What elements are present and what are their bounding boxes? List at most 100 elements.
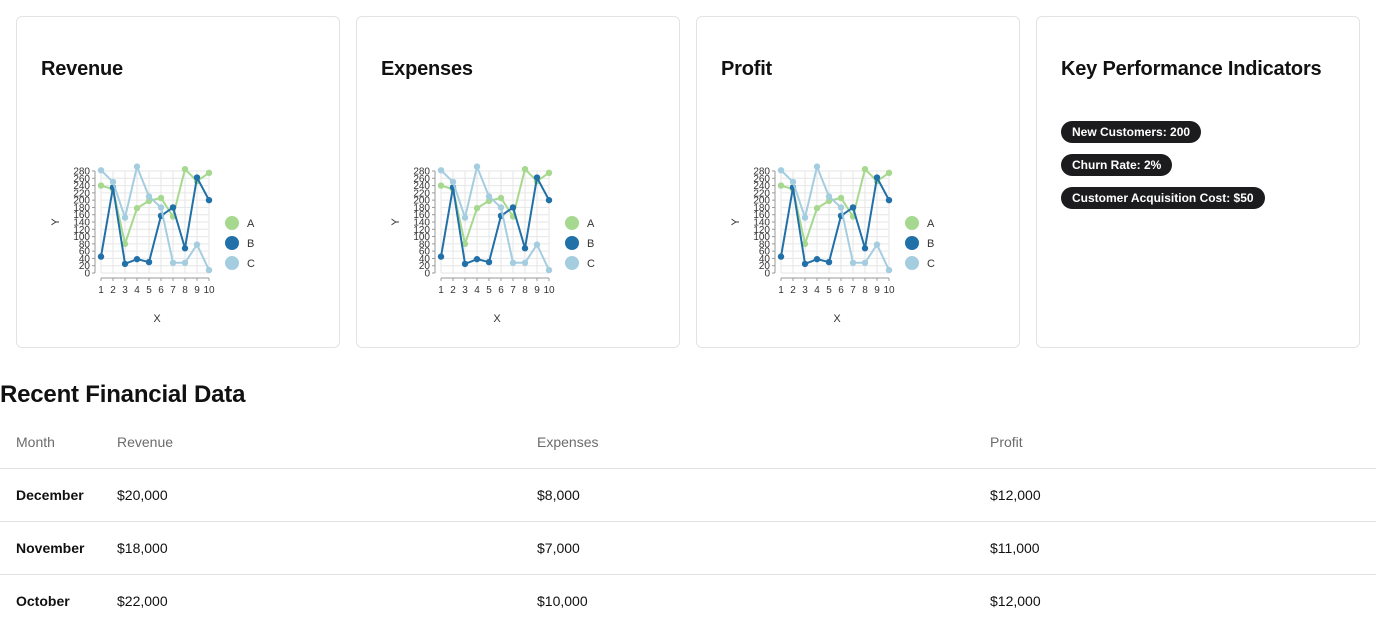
data-point-a	[545, 169, 553, 177]
data-point-c	[885, 266, 893, 274]
data-point-b	[521, 245, 529, 252]
legend-swatch-c	[225, 256, 239, 270]
chart-grid	[100, 170, 210, 274]
legend-swatch-b	[565, 236, 579, 250]
x-tick-label: 1	[778, 285, 784, 296]
cell-profit: $12,000	[990, 592, 1041, 609]
data-point-c	[813, 163, 821, 170]
legend-label: C	[587, 258, 595, 270]
cell-expenses: $10,000	[537, 592, 588, 609]
data-point-c	[97, 167, 105, 174]
data-point-b	[145, 258, 153, 266]
column-header-month: Month	[0, 416, 101, 469]
x-tick-label: 6	[498, 285, 504, 296]
data-point-a	[133, 204, 141, 212]
x-tick-label: 10	[883, 285, 895, 296]
x-tick-label: 8	[182, 285, 188, 296]
data-point-a	[473, 204, 481, 212]
cell-profit: $12,000	[974, 468, 1376, 522]
x-tick-label: 7	[510, 285, 516, 296]
legend-swatch-c	[565, 256, 579, 270]
data-point-c	[157, 204, 165, 211]
chart-grid	[780, 170, 890, 274]
column-header-profit: Profit	[974, 416, 1376, 469]
data-point-c	[873, 241, 881, 248]
legend-label: C	[927, 258, 935, 270]
data-point-b	[885, 196, 893, 204]
cell-profit: $11,000	[974, 521, 1376, 575]
cell-expenses: $8,000	[521, 468, 974, 522]
cell-expenses: $7,000	[521, 521, 974, 575]
x-tick-label: 5	[146, 285, 152, 296]
table-row: October $22,000 $10,000 $12,000	[0, 574, 1376, 626]
column-header-expenses: Expenses	[521, 416, 974, 469]
data-point-a	[181, 165, 189, 173]
data-point-b	[533, 174, 541, 181]
cell-month: October	[16, 592, 70, 609]
data-point-a	[157, 194, 165, 202]
x-tick-label: 10	[203, 285, 215, 296]
data-point-b	[97, 253, 105, 260]
data-point-b	[473, 255, 481, 263]
x-tick-label: 2	[790, 285, 796, 296]
data-point-b	[861, 245, 869, 252]
x-tick-label: 8	[522, 285, 528, 296]
data-point-b	[849, 204, 857, 211]
chart-legend: ABC	[565, 216, 595, 270]
x-tick-label: 4	[814, 285, 820, 296]
x-tick-label: 4	[474, 285, 480, 296]
expenses-chart: 0204060801001201401601802002202402602801…	[390, 163, 595, 325]
x-tick-label: 7	[850, 285, 856, 296]
kpi-badge-new-customers: New Customers: 200	[1061, 121, 1202, 143]
x-tick-label: 5	[486, 285, 492, 296]
table-row: December $20,000 $8,000 $12,000	[0, 468, 1376, 522]
data-point-a	[497, 194, 505, 202]
revenue-chart: 0204060801001201401601802002202402602801…	[50, 163, 255, 325]
data-point-c	[437, 167, 445, 174]
x-tick-label: 3	[802, 285, 808, 296]
x-tick-label: 10	[543, 285, 555, 296]
data-point-c	[473, 163, 481, 170]
data-point-b	[169, 204, 177, 211]
y-tick-label: 280	[73, 167, 90, 178]
y-tick-label: 280	[413, 167, 430, 178]
legend-swatch-c	[905, 256, 919, 270]
data-point-b	[509, 204, 517, 211]
column-header-revenue: Revenue	[101, 416, 521, 469]
kpi-badge-acquisition-cost: Customer Acquisition Cost: $50	[1061, 187, 1265, 209]
chart-legend: ABC	[225, 216, 255, 270]
legend-label: A	[247, 218, 255, 230]
x-tick-label: 1	[438, 285, 444, 296]
data-point-c	[789, 178, 797, 186]
x-tick-label: 6	[158, 285, 164, 296]
legend-swatch-a	[565, 216, 579, 230]
data-point-c	[837, 204, 845, 211]
data-point-a	[437, 182, 445, 189]
data-point-a	[521, 165, 529, 173]
data-point-c	[461, 214, 469, 221]
table-row: November $18,000 $7,000 $11,000	[0, 521, 1376, 575]
data-point-c	[825, 193, 833, 200]
data-point-c	[485, 193, 493, 200]
expenses-card: Expenses 0 20 40 60 80 100 120 140 160 180 200 220 2…	[356, 16, 680, 348]
chart-grid	[440, 170, 550, 274]
x-tick-label: 1	[98, 285, 104, 296]
legend-label: B	[247, 238, 254, 250]
x-axis-label: X	[153, 313, 161, 325]
data-point-c	[801, 214, 809, 221]
data-point-a	[205, 169, 213, 177]
legend-label: B	[587, 238, 594, 250]
data-point-c	[533, 241, 541, 248]
data-point-b	[825, 258, 833, 266]
data-point-a	[861, 165, 869, 173]
cell-revenue: $22,000	[117, 592, 168, 609]
data-point-b	[485, 258, 493, 266]
revenue-card: Revenue 0 20 40 60 80 100 120 140 160 180 200 220 24…	[16, 16, 340, 348]
kpi-badge-list: New Customers: 200 Churn Rate: 2% Custom…	[1061, 121, 1265, 220]
card-title: Key Performance Indicators	[1061, 58, 1322, 80]
x-axis-label: X	[493, 313, 501, 325]
legend-swatch-a	[225, 216, 239, 230]
x-tick-label: 2	[450, 285, 456, 296]
kpi-badge-churn-rate: Churn Rate: 2%	[1061, 154, 1173, 176]
legend-swatch-b	[225, 236, 239, 250]
